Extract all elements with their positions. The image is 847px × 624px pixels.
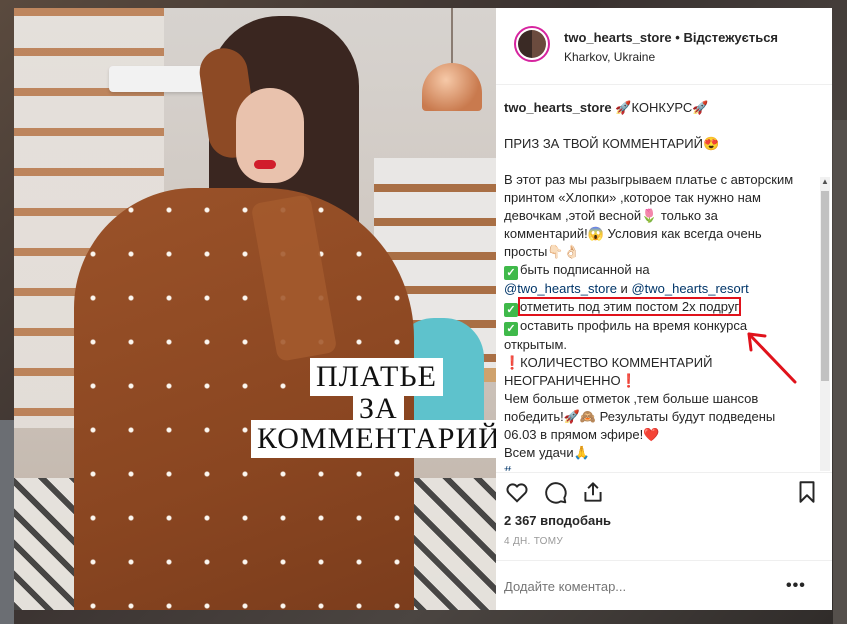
and-word: и: [620, 281, 628, 296]
check-icon: ✓: [504, 322, 518, 336]
rule-2-highlighted: отметить под этим постом 2х подруг: [517, 297, 742, 316]
photo-lips: [254, 160, 276, 169]
background-thumb-right: [833, 120, 847, 624]
caption-username[interactable]: two_hearts_store: [504, 100, 612, 115]
follow-button[interactable]: Відстежується: [683, 30, 778, 45]
bookmark-icon[interactable]: [794, 479, 820, 505]
post-caption: two_hearts_store 🚀КОНКУРС🚀 ПРИЗ ЗА ТВОЙ …: [504, 99, 804, 471]
rule-1-text: быть подписанной на: [520, 262, 650, 277]
caption-prize: ПРИЗ ЗА ТВОЙ КОММЕНТАРИЙ😍: [504, 136, 720, 151]
mention-link-store[interactable]: @two_hearts_store: [504, 281, 617, 296]
caption-body-1: В этот раз мы разыгрываем платье с автор…: [504, 172, 794, 259]
photo-lamp-cord: [451, 8, 453, 64]
post-sidebar: two_hearts_store • Відстежується Kharkov…: [496, 8, 832, 610]
caption-rule-2: ✓ отметить под этим постом 2х подруг: [504, 297, 804, 317]
avatar[interactable]: [514, 26, 550, 62]
caption-good-luck: Всем удачи🙏: [504, 445, 590, 460]
check-icon: ✓: [504, 303, 518, 317]
avatar-image: [518, 30, 546, 58]
heart-icon[interactable]: [504, 479, 530, 505]
header-separator: •: [675, 30, 680, 45]
action-bar: [496, 472, 832, 513]
scroll-up-arrow-icon[interactable]: ▲: [820, 177, 830, 187]
caption-hashtags[interactable]: #...: [504, 462, 804, 471]
scrollbar-thumb[interactable]: [821, 191, 829, 381]
background-thumb-left: [0, 420, 14, 624]
caption-body-2: Чем больше отметок ,тем больше шансов по…: [504, 391, 776, 442]
caption-rule-1: ✓ быть подписанной на @two_hearts_store и …: [504, 261, 804, 298]
post-header: two_hearts_store • Відстежується Kharkov…: [496, 8, 832, 85]
comments-area[interactable]: two_hearts_store 🚀КОНКУРС🚀 ПРИЗ ЗА ТВОЙ …: [496, 85, 832, 471]
header-location[interactable]: Kharkov, Ukraine: [564, 50, 655, 64]
add-comment-bar: •••: [496, 560, 832, 611]
post-modal: ПЛАТЬЕ ЗА КОММЕНТАРИЙ two_hearts_store •…: [14, 8, 832, 610]
header-title: two_hearts_store • Відстежується: [564, 30, 778, 45]
rule-3-text: оставить профиль на время конкурса откры…: [504, 318, 748, 352]
header-username[interactable]: two_hearts_store: [564, 30, 672, 45]
check-icon: ✓: [504, 266, 518, 280]
post-photo[interactable]: ПЛАТЬЕ ЗА КОММЕНТАРИЙ: [14, 8, 496, 610]
caption-title: 🚀КОНКУРС🚀: [615, 100, 709, 115]
red-annotation-arrow-icon: [747, 332, 797, 384]
likes-count[interactable]: 2 367 вподобань: [504, 513, 611, 528]
mention-link-resort[interactable]: @two_hearts_resort: [631, 281, 748, 296]
comment-icon[interactable]: [542, 479, 568, 505]
comments-scrollbar[interactable]: ▲ ▼: [820, 177, 830, 471]
post-timestamp[interactable]: 4 ДН. ТОМУ: [504, 536, 563, 547]
share-icon[interactable]: [580, 479, 606, 505]
image-caption-line-3: КОММЕНТАРИЙ: [251, 420, 496, 458]
more-options-icon[interactable]: •••: [786, 577, 806, 595]
comment-input[interactable]: [504, 579, 774, 594]
